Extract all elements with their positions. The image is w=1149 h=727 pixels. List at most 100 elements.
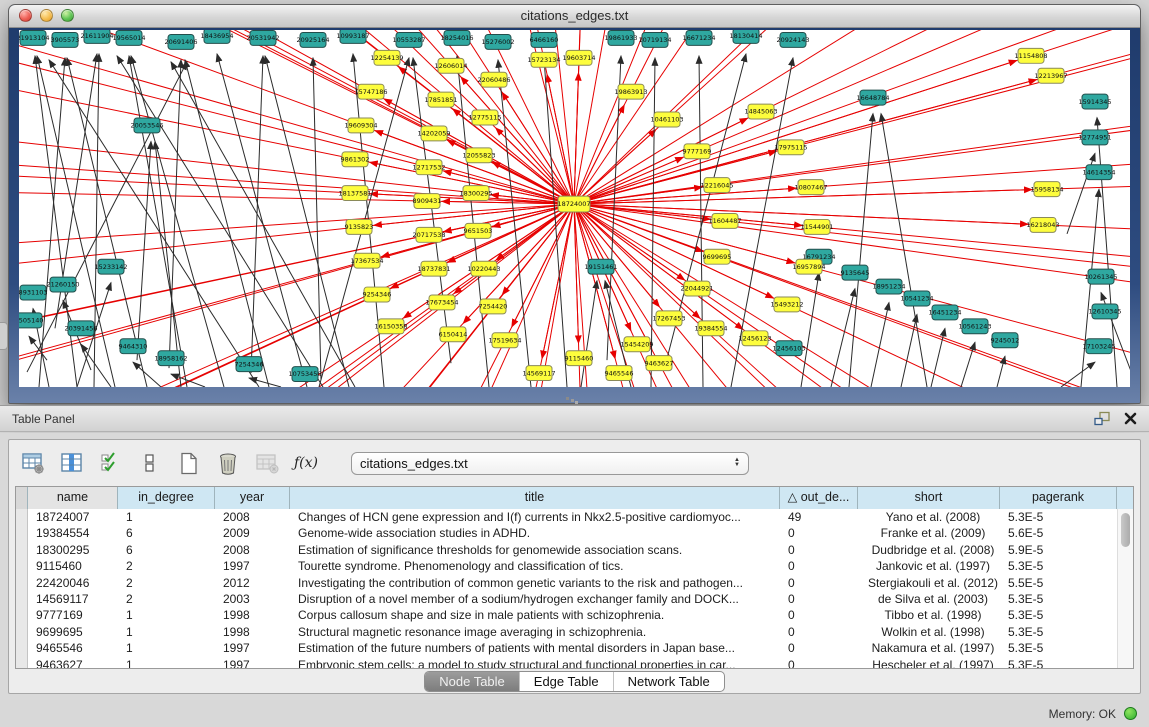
graph-node[interactable]: 12775115: [468, 110, 501, 125]
graph-node[interactable]: 10261345: [1084, 269, 1117, 284]
cell-pagerank[interactable]: 5.6E-5: [1000, 525, 1117, 541]
cell-short[interactable]: Yano et al. (2008): [858, 509, 1000, 525]
graph-node[interactable]: 17975115: [774, 140, 807, 155]
import-table-icon[interactable]: [255, 451, 279, 475]
cell-name[interactable]: 9465546: [28, 640, 118, 656]
graph-node[interactable]: 17851851: [424, 92, 457, 107]
graph-node[interactable]: 19384554: [694, 321, 727, 336]
cell-out-de[interactable]: 0: [780, 657, 858, 668]
column-header-title[interactable]: title: [290, 487, 780, 509]
cell-title[interactable]: Tourette syndrome. Phenomenology and cla…: [290, 558, 780, 574]
graph-node[interactable]: 18737831: [417, 261, 450, 276]
graph-node[interactable]: 10753456: [288, 367, 321, 382]
table-row[interactable]: 946554611997Estimation of the future num…: [16, 640, 1133, 656]
close-window-button[interactable]: [19, 9, 32, 22]
table-selector-dropdown[interactable]: citations_edges.txt ▲▼: [351, 452, 749, 475]
graph-node[interactable]: 14569117: [522, 366, 555, 381]
cell-name[interactable]: 18724007: [28, 509, 118, 525]
cell-title[interactable]: Embryonic stem cells: a model to study s…: [290, 657, 780, 668]
graph-edge[interactable]: [461, 77, 574, 204]
graph-node[interactable]: 10220443: [467, 261, 500, 276]
graph-node[interactable]: 12254139: [370, 50, 403, 65]
graph-edge[interactable]: [217, 54, 307, 387]
graph-edge[interactable]: [849, 114, 873, 387]
cell-out-de[interactable]: 49: [780, 509, 858, 525]
graph-node[interactable]: 15454209: [620, 337, 653, 352]
cell-year[interactable]: 1998: [215, 624, 290, 640]
cell-pagerank[interactable]: 5.3E-5: [1000, 591, 1117, 607]
graph-node[interactable]: 9465546: [605, 366, 634, 381]
graph-node[interactable]: 9115460: [565, 351, 594, 366]
cell-in-degree[interactable]: 1: [118, 624, 215, 640]
graph-node[interactable]: 10561243: [958, 319, 991, 334]
graph-node[interactable]: 9254346: [363, 287, 392, 302]
graph-edge[interactable]: [19, 204, 574, 308]
cell-out-de[interactable]: 0: [780, 624, 858, 640]
graph-node[interactable]: 17267453: [652, 311, 685, 326]
cell-in-degree[interactable]: 1: [118, 657, 215, 668]
graph-node[interactable]: 12216045: [700, 178, 733, 193]
cell-in-degree[interactable]: 6: [118, 525, 215, 541]
cell-title[interactable]: Disruption of a novel member of a sodium…: [290, 591, 780, 607]
graph-node[interactable]: 10993187: [336, 30, 369, 43]
cell-short[interactable]: de Silva et al. (2003): [858, 591, 1000, 607]
graph-node[interactable]: 11544901: [800, 219, 833, 234]
graph-node[interactable]: 12717532: [412, 160, 445, 175]
graph-node[interactable]: 20391456: [64, 321, 97, 336]
minimize-window-button[interactable]: [40, 9, 53, 22]
graph-node[interactable]: 12610345: [1088, 304, 1121, 319]
graph-node[interactable]: 17519634: [488, 333, 521, 348]
table-row[interactable]: 977716911998Corpus callosum shape and si…: [16, 607, 1133, 623]
graph-node[interactable]: 6466160: [530, 32, 559, 47]
graph-node[interactable]: 7254346: [235, 357, 264, 372]
cell-short[interactable]: Nakamura et al. (1997): [858, 640, 1000, 656]
graph-edge[interactable]: [29, 336, 47, 360]
cell-name[interactable]: 18300295: [28, 542, 118, 558]
graph-node[interactable]: 17673454: [425, 295, 458, 310]
cell-short[interactable]: Stergiakouli et al. (2012): [858, 575, 1000, 591]
graph-node[interactable]: 19603714: [562, 50, 595, 65]
cell-name[interactable]: 9463627: [28, 657, 118, 668]
cell-year[interactable]: 1997: [215, 640, 290, 656]
network-canvas[interactable]: 2191310439055732161190419565014206914061…: [19, 30, 1130, 387]
cell-out-de[interactable]: 0: [780, 525, 858, 541]
cell-year[interactable]: 1998: [215, 607, 290, 623]
graph-node[interactable]: 15747186: [354, 84, 387, 99]
table-mode-icon[interactable]: [21, 451, 45, 475]
function-builder-icon[interactable]: ƒ(x): [294, 451, 318, 475]
graph-node[interactable]: 17367534: [350, 253, 383, 268]
graph-node[interactable]: 16648784: [856, 90, 889, 105]
graph-node[interactable]: 16451234: [928, 305, 961, 320]
graph-node[interactable]: 12213967: [1034, 68, 1067, 83]
cell-year[interactable]: 2009: [215, 525, 290, 541]
cell-short[interactable]: Franke et al. (2009): [858, 525, 1000, 541]
graph-edge[interactable]: [542, 204, 574, 358]
graph-node[interactable]: 15493212: [770, 297, 803, 312]
cell-pagerank[interactable]: 5.3E-5: [1000, 624, 1117, 640]
graph-node[interactable]: 15958134: [1030, 182, 1063, 197]
graph-node[interactable]: 18130414: [729, 30, 762, 43]
cell-short[interactable]: Tibbo et al. (1998): [858, 607, 1000, 623]
table-row[interactable]: 1830029562008Estimation of significance …: [16, 542, 1133, 558]
cell-in-degree[interactable]: 2: [118, 558, 215, 574]
cell-in-degree[interactable]: 1: [118, 607, 215, 623]
column-header-year[interactable]: year: [215, 487, 290, 509]
graph-node[interactable]: 20691406: [164, 34, 197, 49]
graph-node[interactable]: 18951234: [872, 279, 905, 294]
cell-title[interactable]: Estimation of the future numbers of pati…: [290, 640, 780, 656]
graph-node[interactable]: 12456123: [738, 331, 771, 346]
column-visibility-icon[interactable]: [99, 451, 123, 475]
graph-node[interactable]: 15233142: [94, 259, 127, 274]
graph-node[interactable]: 18958162: [154, 351, 187, 366]
graph-node[interactable]: 9699695: [703, 249, 732, 264]
cell-name[interactable]: 9115460: [28, 558, 118, 574]
table-vertical-scrollbar[interactable]: [1117, 509, 1133, 668]
graph-node[interactable]: 21260150: [46, 277, 79, 292]
graph-node[interactable]: 22060486: [477, 72, 510, 87]
graph-node[interactable]: 16671234: [682, 30, 715, 45]
cell-pagerank[interactable]: 5.3E-5: [1000, 640, 1117, 656]
cell-out-de[interactable]: 0: [780, 607, 858, 623]
cell-year[interactable]: 1997: [215, 657, 290, 668]
zoom-window-button[interactable]: [61, 9, 74, 22]
cell-in-degree[interactable]: 2: [118, 591, 215, 607]
